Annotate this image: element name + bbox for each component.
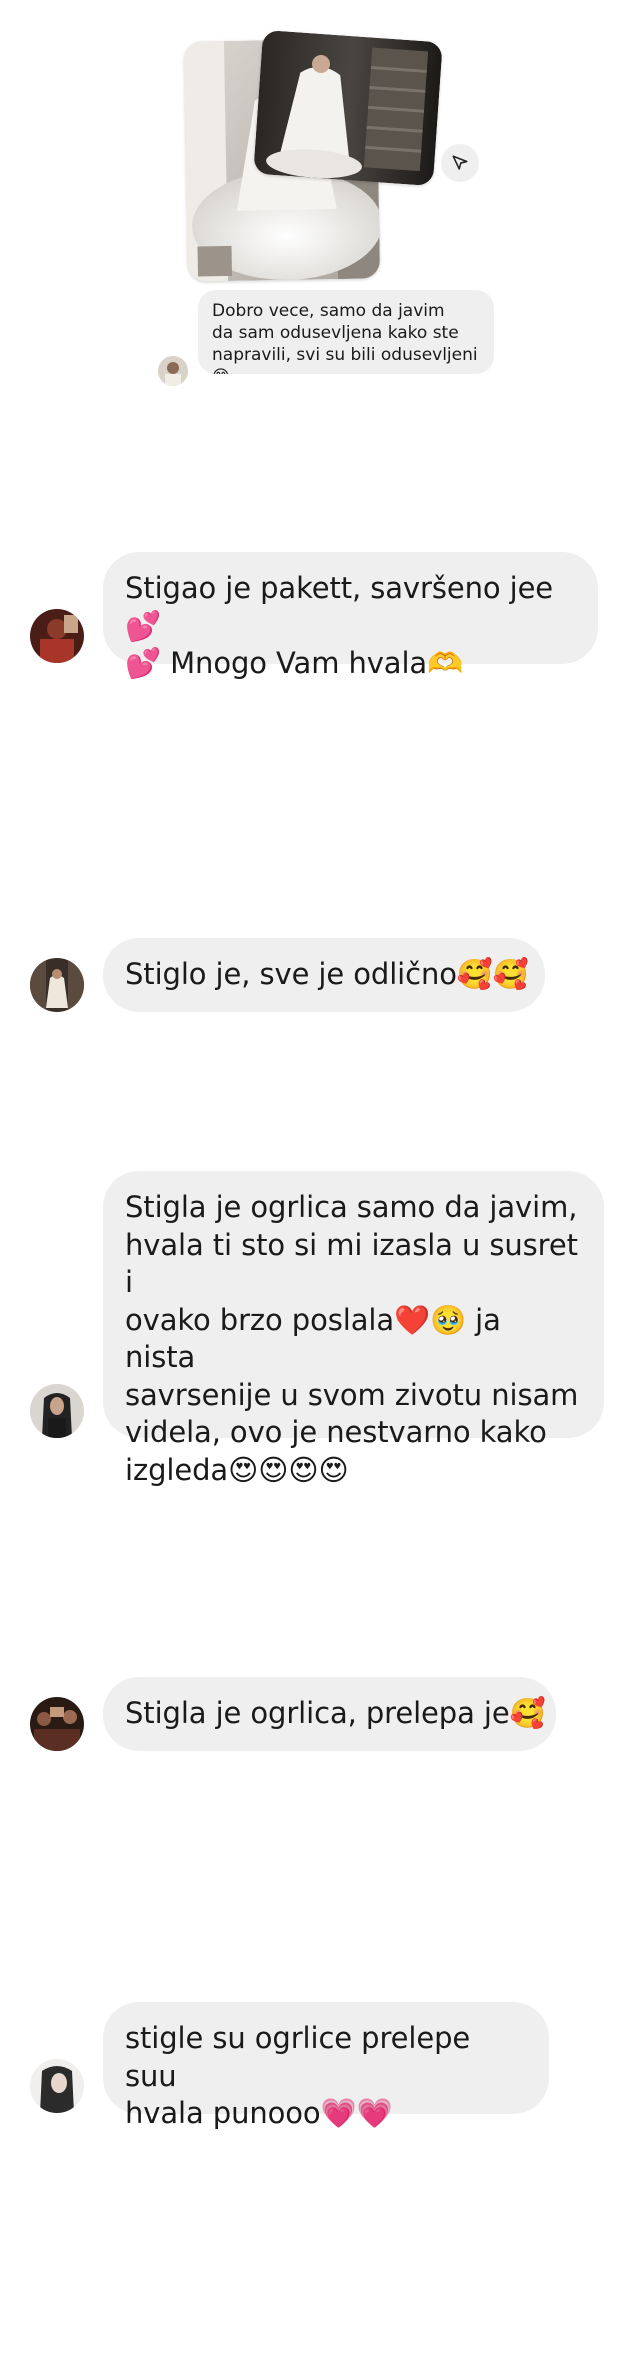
message-bubble[interactable]: Stiglo je, sve je odlično🥰🥰	[103, 938, 545, 1012]
message-bubble[interactable]: stigle su ogrlice prelepe suu hvala puno…	[103, 2002, 549, 2130]
sender-avatar[interactable]	[30, 2059, 84, 2113]
avatar-image	[30, 609, 84, 663]
post-caption-bubble: Dobro vece, samo da javim da sam odusevl…	[198, 290, 494, 374]
sender-avatar[interactable]	[30, 1697, 84, 1751]
avatar-image	[30, 1697, 84, 1751]
sender-avatar[interactable]	[30, 958, 84, 1012]
avatar-image	[30, 958, 84, 1012]
staircase-photo-image	[253, 29, 443, 187]
avatar-image	[158, 356, 188, 386]
sender-avatar[interactable]	[30, 1384, 84, 1438]
sender-avatar[interactable]	[158, 356, 188, 386]
message-bubble[interactable]: Stigla je ogrlica, prelepa je🥰	[103, 1677, 556, 1751]
sender-avatar[interactable]	[30, 609, 84, 663]
message-bubble[interactable]: Stigao je pakett, savršeno jee💕 💕 Mnogo …	[103, 552, 598, 680]
message-bubble[interactable]: Stigla je ogrlica samo da javim, hvala t…	[103, 1171, 604, 1487]
avatar-image	[30, 2059, 84, 2113]
share-button[interactable]	[441, 144, 479, 182]
paper-plane-icon	[452, 155, 468, 170]
post-photo-secondary[interactable]	[253, 29, 443, 187]
avatar-image	[30, 1384, 84, 1438]
